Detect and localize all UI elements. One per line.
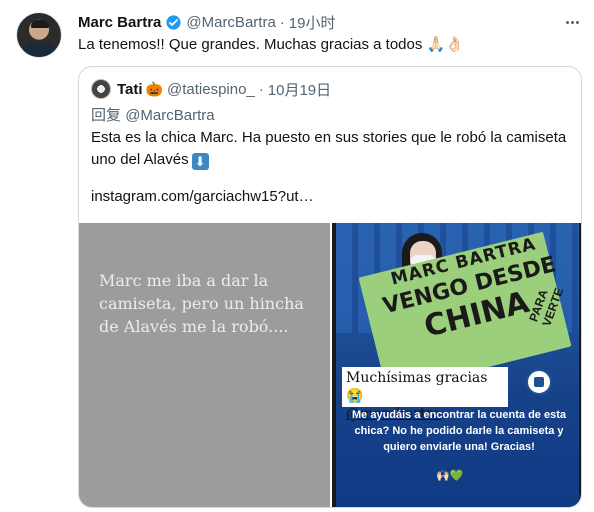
- media-grid: Marc me iba a dar la camiseta, pero un h…: [79, 223, 581, 507]
- author-handle[interactable]: @MarcBartra: [186, 14, 275, 31]
- more-options-icon[interactable]: [562, 12, 582, 32]
- avatar-hair: [31, 20, 49, 28]
- story-caption: Me ayudáis a encontrar la cuenta de esta…: [352, 409, 566, 453]
- club-badge-icon: [526, 369, 552, 395]
- story-text: Marc me iba a dar la camiseta, pero un h…: [99, 271, 304, 336]
- quote-date[interactable]: 10月19日: [268, 79, 331, 100]
- pumpkin-emoji: 🎃: [145, 80, 163, 97]
- reply-prefix: 回复: [91, 107, 122, 124]
- quote-author-avatar[interactable]: [91, 79, 111, 99]
- more-dot: [565, 20, 569, 24]
- tweet-text: La tenemos!! Que grandes. Muchas gracias…: [78, 36, 464, 53]
- thanks-sticker: Muchísimas gracias😭 @marcbartra: [342, 367, 508, 422]
- quote-text-line-1: Esta es la chica Marc. Ha puesto en sus …: [91, 129, 567, 146]
- more-dot: [575, 20, 579, 24]
- author-name[interactable]: Marc Bartra: [78, 14, 161, 31]
- caption-emoji: 🙌🏻💚: [436, 470, 464, 482]
- quoted-tweet[interactable]: Tati 🎃 @tatiespino_ · 10月19日 回复 @MarcBar…: [78, 66, 582, 508]
- tweet[interactable]: Marc Bartra @MarcBartra · 19小时 La tenemo…: [0, 0, 594, 512]
- quote-text: Esta es la chica Marc. Ha puesto en sus …: [91, 127, 571, 171]
- thanks-line-1: Muchísimas gracias😭: [346, 370, 488, 404]
- instagram-link[interactable]: instagram.com/garciachw15?ut…: [91, 188, 314, 205]
- media-image-left[interactable]: Marc me iba a dar la camiseta, pero un h…: [79, 223, 330, 507]
- reply-context: 回复 @MarcBartra: [91, 104, 215, 125]
- quote-header: Tati 🎃 @tatiespino_ · 10月19日: [117, 79, 331, 99]
- separator-dot: ·: [258, 80, 264, 98]
- tweet-timestamp[interactable]: 19小时: [289, 12, 336, 33]
- author-avatar[interactable]: [16, 12, 62, 58]
- verified-badge-icon: [166, 14, 181, 30]
- separator-dot: ·: [279, 13, 285, 31]
- more-dot: [570, 20, 574, 24]
- reply-mention-link[interactable]: @MarcBartra: [125, 107, 214, 124]
- avatar-shirt: [23, 43, 57, 57]
- quote-text-line-2-text: uno del Alavés: [91, 151, 189, 168]
- quote-author-name[interactable]: Tati: [117, 81, 143, 98]
- down-arrow-icon: ⬇: [191, 153, 209, 170]
- quote-text-line-2: uno del Alavés ⬇: [91, 149, 571, 171]
- media-image-right[interactable]: MARC BARTRA VENGO DESDE CHINA PARA VERTE…: [332, 223, 581, 507]
- tweet-header: Marc Bartra @MarcBartra · 19小时: [78, 12, 335, 32]
- quote-author-handle[interactable]: @tatiespino_: [167, 81, 255, 98]
